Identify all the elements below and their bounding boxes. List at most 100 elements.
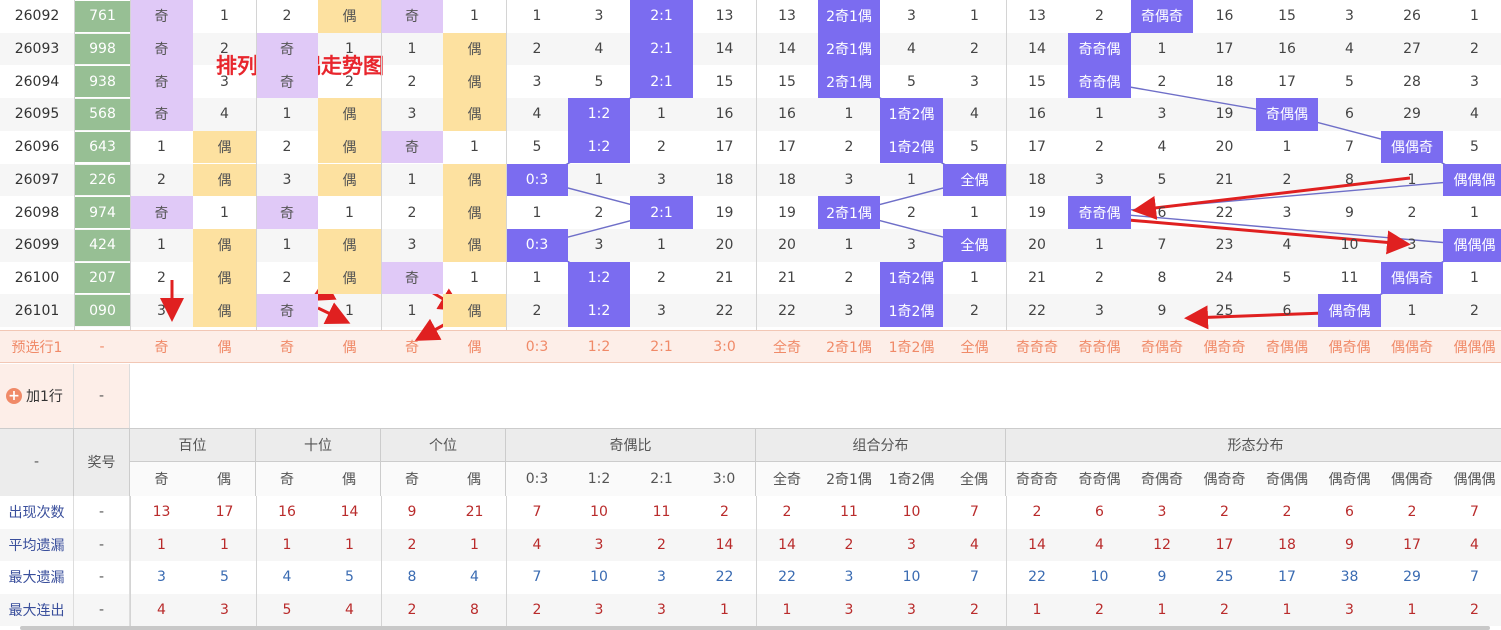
preselect-option[interactable]: 偶奇奇 <box>1193 330 1256 363</box>
table-cell: 奇 <box>256 65 318 99</box>
preselect-option[interactable]: 奇奇奇 <box>1006 330 1068 363</box>
table-cell: 1:2 <box>568 261 630 295</box>
table-cell: 13 <box>778 8 796 25</box>
add-row-icon[interactable]: + <box>6 388 22 404</box>
stat-value: 2 <box>1407 504 1417 521</box>
table-cell: 22 <box>778 302 796 319</box>
stat-value: 2 <box>970 601 979 618</box>
stat-value: 3 <box>220 601 229 618</box>
table-cell: 偶 <box>443 228 506 262</box>
column-divider <box>756 0 757 330</box>
table-cell: 5 <box>970 139 979 156</box>
table-cell: 16 <box>1028 106 1046 123</box>
stat-value: 2 <box>657 536 666 553</box>
stat-value: 7 <box>1470 569 1479 586</box>
table-cell: 1奇2偶 <box>880 98 943 131</box>
table-cell: 14 <box>778 41 796 58</box>
stat-value: 3 <box>844 569 854 586</box>
stat-value: 10 <box>902 569 921 586</box>
preselect-option[interactable]: 奇 <box>130 330 193 363</box>
table-cell: 2 <box>1095 8 1104 25</box>
table-cell: 2 <box>844 269 854 286</box>
preselect-option[interactable]: 1奇2偶 <box>880 330 943 363</box>
preselect-option[interactable]: 偶 <box>193 330 256 363</box>
table-cell: 15 <box>1278 8 1296 25</box>
preselect-option[interactable]: 奇 <box>256 330 318 363</box>
preselect-option[interactable]: 偶偶偶 <box>1443 330 1501 363</box>
preselect-option[interactable]: 奇奇偶 <box>1068 330 1131 363</box>
table-cell: 1 <box>970 269 979 286</box>
preselect-option[interactable]: 奇偶奇 <box>1131 330 1193 363</box>
table-cell: 1奇2偶 <box>880 294 943 327</box>
stat-value: 3 <box>1345 601 1354 618</box>
table-cell: 1 <box>844 106 854 123</box>
table-cell: 18 <box>715 171 734 188</box>
stat-column-divider <box>381 496 382 626</box>
table-cell: 18 <box>1215 73 1234 90</box>
table-cell: 偶偶奇 <box>1381 261 1443 295</box>
preselect-option[interactable]: 2:1 <box>630 330 693 363</box>
table-cell: 22 <box>1215 204 1234 221</box>
table-cell: 3 <box>282 171 292 188</box>
issue-number: 26092 <box>14 8 60 25</box>
table-cell: 3 <box>220 73 229 90</box>
preselect-option[interactable]: 偶偶奇 <box>1381 330 1443 363</box>
table-cell: 24 <box>1215 269 1234 286</box>
stat-value: 11 <box>652 504 671 521</box>
table-cell: 5 <box>1470 139 1479 156</box>
draw-number: 643 <box>75 131 130 163</box>
table-cell: 3 <box>1095 302 1104 319</box>
preselect-option[interactable]: 偶奇偶 <box>1318 330 1381 363</box>
draw-number: 998 <box>75 33 130 65</box>
stat-value: 9 <box>407 504 417 521</box>
table-cell: 13 <box>715 8 734 25</box>
stat-value: 22 <box>778 569 796 586</box>
preselect-option[interactable]: 偶 <box>443 330 506 363</box>
table-cell: 2奇1偶 <box>818 32 880 66</box>
stat-value: 25 <box>1215 569 1234 586</box>
table-cell: 29 <box>1403 106 1421 123</box>
stat-value: 2 <box>1220 601 1229 618</box>
stat-value: 14 <box>340 504 359 521</box>
draw-number: 090 <box>75 295 130 326</box>
preselect-option[interactable]: 0:3 <box>506 330 568 363</box>
preselect-option[interactable]: 奇偶偶 <box>1256 330 1318 363</box>
table-cell: 1 <box>1157 41 1167 58</box>
header-sub: 2:1 <box>630 462 693 496</box>
stat-value: 1 <box>345 536 354 553</box>
preselect-option[interactable]: 全偶 <box>943 330 1006 363</box>
table-cell: 偶 <box>193 163 256 197</box>
table-cell: 2:1 <box>630 32 693 66</box>
preselect-option[interactable]: 1:2 <box>568 330 630 363</box>
preselect-option[interactable]: 2奇1偶 <box>818 330 880 363</box>
stat-value: 1 <box>1032 601 1042 618</box>
table-cell: 3 <box>532 73 542 90</box>
table-cell: 2 <box>1470 41 1479 58</box>
stat-value: 10 <box>1090 569 1109 586</box>
preselect-option[interactable]: 偶 <box>318 330 381 363</box>
stat-value: 5 <box>345 569 354 586</box>
preselect-option[interactable]: 奇 <box>381 330 443 363</box>
table-cell: 1 <box>532 269 542 286</box>
stat-num: - <box>74 593 130 626</box>
preselect-option[interactable]: 3:0 <box>693 330 756 363</box>
horizontal-scrollbar[interactable] <box>20 626 1490 630</box>
table-cell: 21 <box>778 269 796 286</box>
stat-value: 2 <box>782 504 792 521</box>
stat-value: 4 <box>1095 536 1104 553</box>
table-cell: 偶偶偶 <box>1443 163 1501 197</box>
table-cell: 22 <box>1028 302 1046 319</box>
stat-value: 10 <box>590 504 608 521</box>
table-cell: 11 <box>1340 269 1359 286</box>
preselect-option[interactable]: 全奇 <box>756 330 818 363</box>
add-row-label[interactable]: 加1行 <box>26 364 74 428</box>
stat-value: 3 <box>594 601 604 618</box>
table-cell: 偶 <box>443 196 506 229</box>
table-cell: 3 <box>907 8 916 25</box>
draw-number: 974 <box>75 197 130 228</box>
header-corner: - <box>0 428 74 496</box>
header-sub: 全奇 <box>756 462 818 496</box>
stat-value: 1 <box>782 601 792 618</box>
stat-value: 18 <box>1278 536 1296 553</box>
stat-value: 1 <box>282 536 292 553</box>
